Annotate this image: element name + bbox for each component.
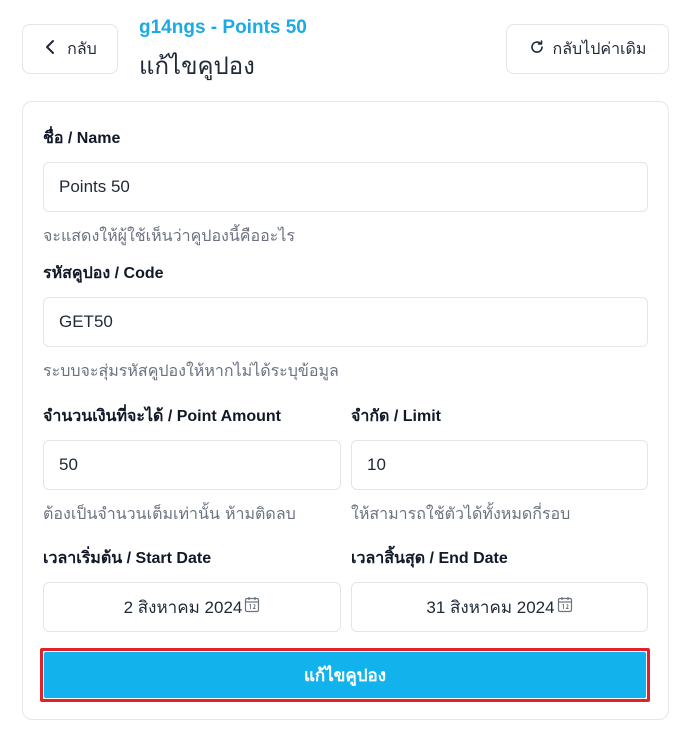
name-hint: จะแสดงให้ผู้ใช้เห็นว่าคูปองนี้คืออะไร	[43, 226, 295, 245]
start-date-input[interactable]: 2 สิงหาคม 2024	[43, 582, 341, 632]
calendar-icon	[244, 596, 260, 618]
back-button[interactable]: กลับ	[22, 24, 118, 74]
start-date-label: เวลาเริ่มต้น / Start Date	[43, 550, 212, 567]
limit-hint: ให้สามารถใช้ตัวได้ทั้งหมดกี่รอบ	[351, 504, 571, 523]
refresh-icon	[529, 39, 545, 59]
end-date-input[interactable]: 31 สิงหาคม 2024	[351, 582, 648, 632]
back-button-label: กลับ	[67, 38, 97, 58]
code-input[interactable]: GET50	[43, 297, 648, 347]
point-amount-label: จำนวนเงินที่จะได้ / Point Amount	[43, 408, 281, 425]
point-amount-input[interactable]: 50	[43, 440, 341, 490]
name-input[interactable]: Points 50	[43, 162, 648, 212]
page-header: กลับ g14ngs - Points 50 แก้ไขคูปอง กลับไ…	[0, 0, 691, 100]
name-label: ชื่อ / Name	[43, 130, 121, 147]
calendar-icon	[557, 596, 573, 618]
reset-button[interactable]: กลับไปค่าเดิม	[506, 24, 669, 74]
code-label: รหัสคูปอง / Code	[43, 265, 164, 282]
end-date-label: เวลาสิ้นสุด / End Date	[351, 550, 508, 567]
submit-button[interactable]: แก้ไขคูปอง	[44, 652, 646, 698]
page-subtitle: g14ngs - Points 50	[139, 17, 307, 38]
chevron-left-icon	[43, 39, 57, 59]
code-hint: ระบบจะสุ่มรหัสคูปองให้หากไม่ได้ระบุข้อมู…	[43, 361, 339, 380]
page-title: แก้ไขคูปอง	[139, 52, 255, 80]
start-date-value: 2 สิงหาคม 2024	[123, 597, 243, 617]
point-amount-hint: ต้องเป็นจำนวนเต็มเท่านั้น ห้ามติดลบ	[43, 504, 296, 523]
end-date-value: 31 สิงหาคม 2024	[426, 597, 555, 617]
reset-button-label: กลับไปค่าเดิม	[552, 38, 647, 58]
limit-label: จำกัด / Limit	[351, 408, 441, 425]
limit-input[interactable]: 10	[351, 440, 648, 490]
